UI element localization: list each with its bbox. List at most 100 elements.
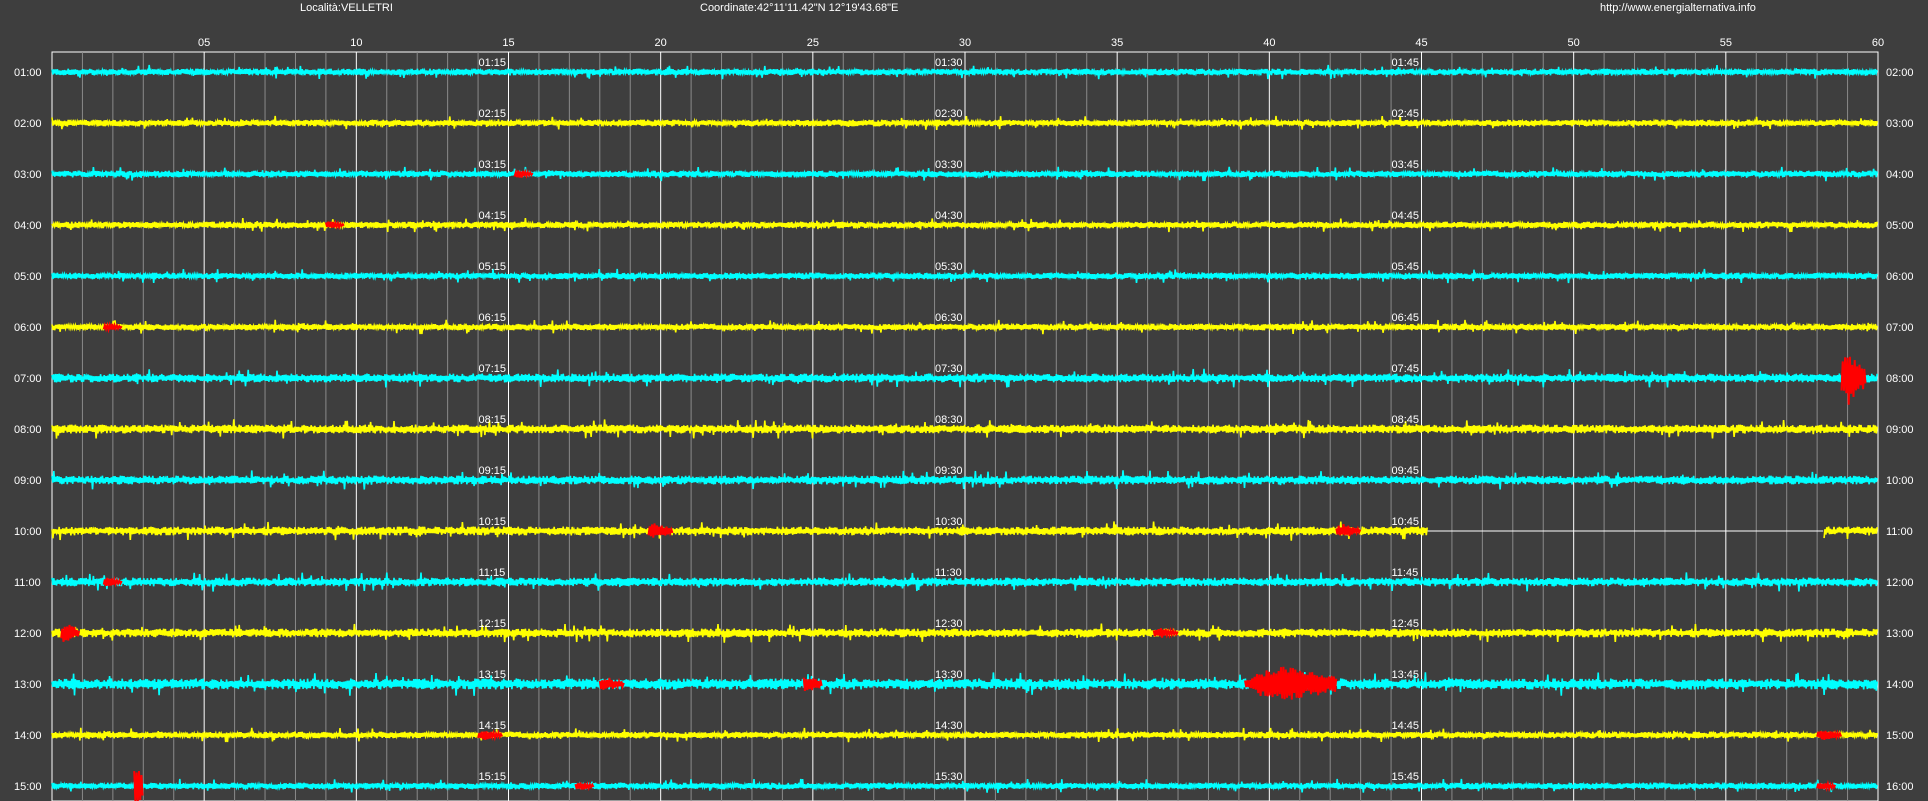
x-tick-label: 35	[1111, 37, 1123, 49]
quarter-label: 12:15	[479, 618, 507, 630]
seismic-event	[60, 624, 81, 642]
quarter-label: 10:15	[479, 516, 507, 528]
row-start-label: 06:00	[14, 322, 42, 334]
row-start-label: 04:00	[14, 220, 42, 232]
row-start-label: 05:00	[14, 271, 42, 283]
quarter-label: 11:45	[1392, 567, 1419, 579]
row-end-label: 04:00	[1886, 169, 1914, 181]
quarter-label: 03:45	[1392, 159, 1420, 171]
row-end-label: 02:00	[1886, 67, 1914, 79]
quarter-label: 13:30	[935, 669, 963, 681]
trace-line	[1823, 526, 1878, 539]
seismic-event	[324, 219, 345, 230]
coordinates-label: Coordinate:42°11'11.42"N 12°19'43.68"E	[700, 2, 898, 14]
quarter-label: 09:30	[935, 465, 963, 477]
quarter-label: 10:45	[1392, 516, 1420, 528]
helicorder-chart: Località:VELLETRI Coordinate:42°11'11.42…	[14, 2, 1914, 801]
x-tick-label: 30	[959, 37, 971, 49]
quarter-label: 12:30	[935, 618, 963, 630]
seismic-event	[102, 320, 123, 334]
seismic-event	[1816, 779, 1837, 793]
x-axis-ticks: 05 10 15 20 25 30 35 40 45 50 55 60	[198, 37, 1884, 49]
seismic-event	[133, 770, 144, 801]
quarter-label: 05:30	[935, 261, 963, 273]
row-start-label: 07:00	[14, 373, 42, 385]
row-start-label: 11:00	[14, 577, 41, 589]
quarter-label: 02:30	[935, 108, 963, 120]
seismic-event	[1840, 356, 1867, 405]
quarter-label: 06:45	[1392, 312, 1420, 324]
row-end-label: 14:00	[1886, 679, 1914, 691]
row-start-label: 13:00	[14, 679, 42, 691]
quarter-label: 06:30	[935, 312, 963, 324]
quarter-label: 10:30	[935, 516, 963, 528]
website-label: http://www.energialternativa.info	[1600, 2, 1756, 14]
quarter-label: 11:30	[935, 567, 962, 579]
quarter-label: 15:45	[1392, 771, 1420, 783]
row-end-label: 12:00	[1886, 577, 1914, 589]
row-end-label: 13:00	[1886, 628, 1914, 640]
row-end-label: 06:00	[1886, 271, 1914, 283]
x-tick-label: 50	[1568, 37, 1580, 49]
row-start-label: 01:00	[14, 67, 42, 79]
quarter-label: 09:45	[1392, 465, 1420, 477]
quarter-label: 07:45	[1392, 363, 1420, 375]
row-start-label: 15:00	[14, 781, 42, 793]
x-tick-label: 55	[1720, 37, 1732, 49]
quarter-label: 14:45	[1392, 720, 1420, 732]
row-end-label: 03:00	[1886, 118, 1914, 130]
quarter-label: 02:45	[1392, 108, 1420, 120]
quarter-label: 08:45	[1392, 414, 1420, 426]
quarter-label: 02:15	[479, 108, 507, 120]
row-end-label: 15:00	[1886, 730, 1914, 742]
row-start-label: 03:00	[14, 169, 42, 181]
quarter-label: 01:45	[1392, 57, 1420, 69]
quarter-label: 13:45	[1392, 669, 1420, 681]
quarter-label: 13:15	[479, 669, 507, 681]
quarter-label: 15:30	[935, 771, 963, 783]
row-start-label: 10:00	[14, 526, 42, 538]
quarter-label: 12:45	[1392, 618, 1420, 630]
row-end-label: 07:00	[1886, 322, 1914, 334]
quarter-label: 05:15	[479, 261, 507, 273]
quarter-label: 04:15	[479, 210, 507, 222]
quarter-label: 08:15	[479, 414, 507, 426]
row-start-label: 09:00	[14, 475, 42, 487]
x-tick-label: 25	[807, 37, 819, 49]
quarter-label: 09:15	[479, 465, 507, 477]
x-tick-label: 60	[1872, 37, 1884, 49]
quarter-label: 07:30	[935, 363, 963, 375]
row-end-label: 08:00	[1886, 373, 1914, 385]
quarter-label: 07:15	[479, 363, 507, 375]
seismic-event	[1244, 666, 1338, 700]
quarter-label: 15:15	[479, 771, 507, 783]
quarter-label: 11:15	[479, 567, 506, 579]
x-tick-label: 45	[1415, 37, 1427, 49]
quarter-label: 14:15	[479, 720, 507, 732]
quarter-label: 14:30	[935, 720, 963, 732]
x-tick-label: 20	[655, 37, 667, 49]
quarter-label: 03:30	[935, 159, 963, 171]
row-end-label: 11:00	[1886, 526, 1913, 538]
row-end-label: 05:00	[1886, 220, 1914, 232]
row-end-label: 10:00	[1886, 475, 1914, 487]
x-tick-label: 15	[502, 37, 514, 49]
row-start-label: 14:00	[14, 730, 42, 742]
quarter-label: 01:30	[935, 57, 963, 69]
quarter-label: 01:15	[479, 57, 507, 69]
row-end-label: 16:00	[1886, 781, 1914, 793]
row-end-label: 09:00	[1886, 424, 1914, 436]
quarter-label: 08:30	[935, 414, 963, 426]
x-tick-label: 10	[350, 37, 362, 49]
quarter-label: 03:15	[479, 159, 507, 171]
quarter-label: 06:15	[479, 312, 507, 324]
row-start-label: 02:00	[14, 118, 42, 130]
row-start-label: 08:00	[14, 424, 42, 436]
quarter-label: 04:45	[1392, 210, 1420, 222]
quarter-label: 04:30	[935, 210, 963, 222]
location-label: Località:VELLETRI	[300, 2, 393, 14]
trace-line	[51, 521, 1428, 541]
quarter-label: 05:45	[1392, 261, 1420, 273]
x-tick-label: 40	[1263, 37, 1275, 49]
row-start-label: 12:00	[14, 628, 42, 640]
